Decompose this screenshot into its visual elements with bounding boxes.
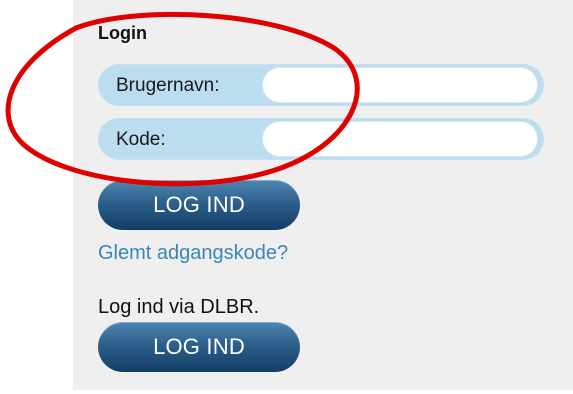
login-button[interactable]: LOG IND: [98, 180, 300, 230]
forgot-password-link[interactable]: Glemt adgangskode?: [98, 242, 288, 265]
password-label: Kode:: [116, 129, 166, 150]
username-input[interactable]: [262, 67, 538, 103]
login-screen: Login Brugernavn: Kode: LOG IND Glemt ad…: [0, 0, 573, 394]
username-label: Brugernavn:: [116, 75, 220, 96]
username-field-row: Brugernavn:: [98, 64, 544, 106]
dlbr-login-text: Log ind via DLBR.: [98, 296, 260, 318]
password-field-row: Kode:: [98, 118, 544, 160]
password-input[interactable]: [262, 121, 538, 157]
login-title: Login: [98, 23, 147, 43]
dlbr-login-button[interactable]: LOG IND: [98, 322, 300, 372]
